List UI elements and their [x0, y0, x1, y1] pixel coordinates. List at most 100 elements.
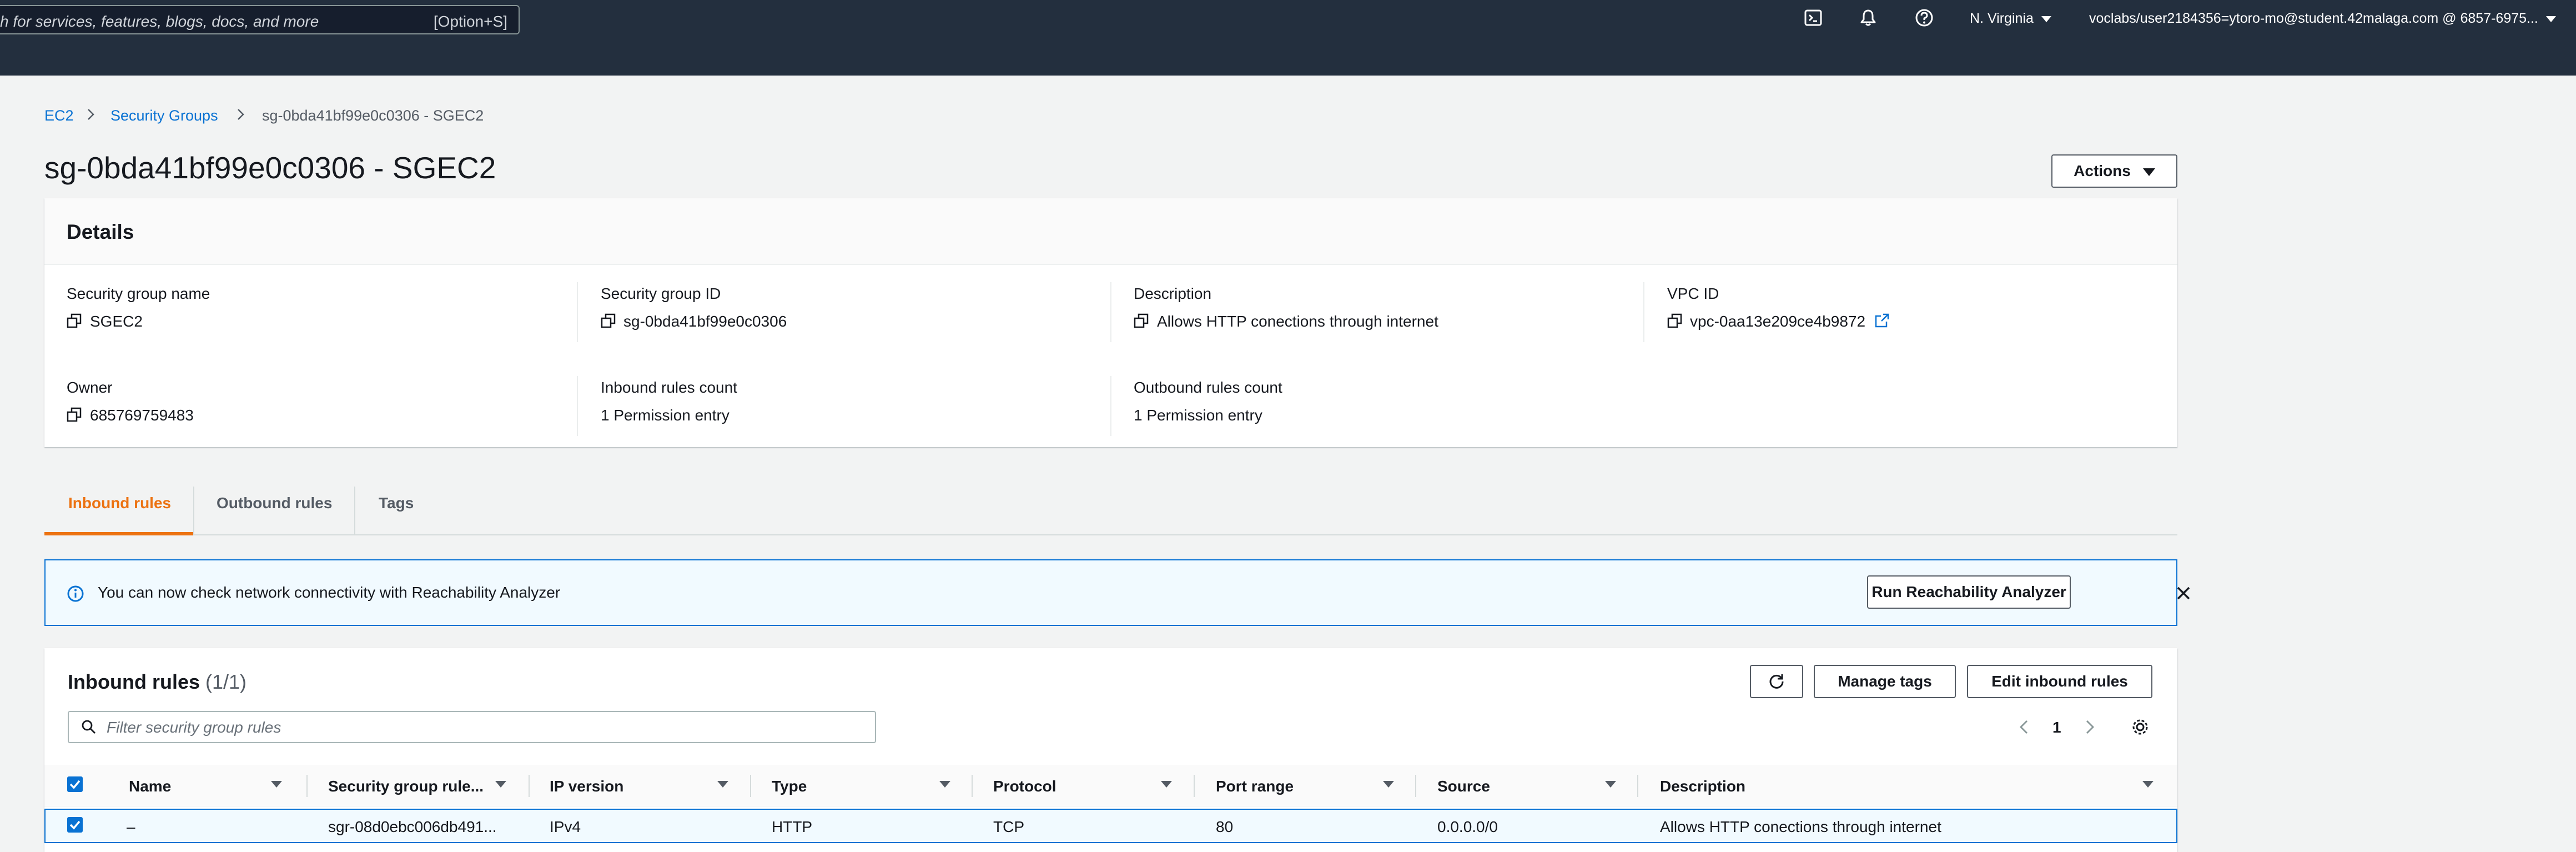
gear-icon[interactable] — [2131, 718, 2150, 736]
actions-button[interactable]: Actions — [2051, 154, 2177, 188]
cell-name: – — [127, 818, 135, 835]
page-title: sg-0bda41bf99e0c0306 - SGEC2 — [44, 151, 496, 185]
select-all-checkbox[interactable] — [67, 776, 83, 792]
manage-tags-button[interactable]: Manage tags — [1814, 665, 1956, 698]
field-value-outbound-count: 1 Permission entry — [1134, 407, 1262, 424]
column-divider — [750, 775, 751, 797]
copy-icon[interactable] — [67, 313, 82, 329]
field-value-owner: 685769759483 — [90, 407, 194, 424]
sort-caret-icon[interactable] — [1383, 781, 1394, 788]
notifications-bell-icon[interactable] — [1858, 8, 1878, 28]
column-header-protocol[interactable]: Protocol — [993, 778, 1056, 795]
copy-icon[interactable] — [1134, 313, 1149, 329]
copy-icon[interactable] — [601, 313, 616, 329]
field-label-sg-name: Security group name — [67, 285, 210, 302]
reachability-banner: You can now check network connectivity w… — [44, 559, 2190, 626]
tab-inbound-rules[interactable]: Inbound rules — [68, 494, 171, 512]
sort-caret-icon[interactable] — [271, 781, 282, 788]
tab-divider — [354, 487, 355, 534]
run-reachability-analyzer-button[interactable]: Run Reachability Analyzer — [1867, 575, 2071, 609]
column-header-rule-id[interactable]: Security group rule... — [328, 778, 484, 795]
top-navigation: h for services, features, blogs, docs, a… — [0, 0, 2576, 76]
sort-caret-icon[interactable] — [495, 781, 506, 788]
chevron-right-icon — [88, 109, 94, 120]
rules-count: (1/1) — [205, 670, 247, 693]
region-selector[interactable]: N. Virginia — [1970, 11, 2051, 27]
chevron-right-icon[interactable] — [2083, 719, 2096, 735]
tab-divider — [193, 487, 194, 534]
breadcrumb-ec2[interactable]: EC2 — [44, 107, 74, 124]
breadcrumb-security-groups[interactable]: Security Groups — [110, 107, 218, 124]
checkmark-icon — [69, 780, 80, 789]
current-page-number[interactable]: 1 — [2052, 719, 2061, 736]
column-divider — [1637, 775, 1638, 797]
column-divider — [1194, 775, 1195, 797]
column-header-type[interactable]: Type — [772, 778, 807, 795]
column-divider — [577, 376, 578, 436]
details-header: Details — [44, 198, 2177, 265]
cell-description: Allows HTTP conections through internet — [1660, 818, 1941, 835]
breadcrumb-current: sg-0bda41bf99e0c0306 - SGEC2 — [262, 107, 484, 124]
column-header-port-range[interactable]: Port range — [1216, 778, 1294, 795]
help-icon[interactable] — [1914, 8, 1934, 28]
details-title: Details — [67, 220, 134, 243]
filter-security-group-rules-input[interactable] — [105, 713, 868, 742]
field-label-sg-id: Security group ID — [601, 285, 721, 302]
column-divider — [1415, 775, 1416, 797]
column-header-name[interactable]: Name — [129, 778, 171, 795]
actions-button-label: Actions — [2074, 162, 2131, 179]
row-checkbox[interactable] — [67, 817, 83, 833]
field-label-description: Description — [1134, 285, 1212, 302]
active-tab-indicator — [44, 532, 193, 535]
cell-protocol: TCP — [993, 818, 1024, 835]
info-icon — [67, 585, 84, 602]
copy-icon[interactable] — [1667, 313, 1683, 329]
chevron-down-icon — [2041, 16, 2051, 22]
field-value-description: Allows HTTP conections through internet — [1157, 313, 1438, 330]
sort-caret-icon[interactable] — [717, 781, 728, 788]
cell-rule-id: sgr-08d0ebc006db491... — [328, 818, 497, 835]
sort-caret-icon[interactable] — [1161, 781, 1172, 788]
inbound-rules-title: Inbound rules (1/1) — [68, 670, 246, 694]
column-header-description[interactable]: Description — [1660, 778, 1745, 795]
cloudshell-icon[interactable] — [1803, 8, 1823, 28]
chevron-left-icon[interactable] — [2017, 719, 2031, 735]
cell-type: HTTP — [772, 818, 813, 835]
copy-icon[interactable] — [67, 407, 82, 423]
cell-ip-version: IPv4 — [550, 818, 581, 835]
vpc-id-link[interactable]: vpc-0aa13e209ce4b9872 — [1690, 313, 1865, 330]
field-label-inbound-count: Inbound rules count — [601, 379, 737, 396]
account-label: voclabs/user2184356=ytoro-mo@student.42m… — [2089, 11, 2538, 26]
filter-box[interactable] — [68, 711, 876, 743]
chevron-down-icon — [2545, 16, 2556, 22]
tab-outbound-rules[interactable]: Outbound rules — [217, 494, 332, 512]
close-icon[interactable] — [2175, 584, 2192, 602]
region-label: N. Virginia — [1970, 11, 2034, 26]
column-header-source[interactable]: Source — [1437, 778, 1490, 795]
search-placeholder: h for services, features, blogs, docs, a… — [0, 13, 319, 30]
field-label-vpc-id: VPC ID — [1667, 285, 1719, 302]
sort-caret-icon[interactable] — [939, 781, 950, 788]
field-label-owner: Owner — [67, 379, 113, 396]
rules-title-text: Inbound rules — [68, 670, 200, 693]
field-value-sg-name: SGEC2 — [90, 313, 143, 330]
cell-source: 0.0.0.0/0 — [1437, 818, 1498, 835]
tab-tags[interactable]: Tags — [379, 494, 414, 512]
column-divider — [1643, 282, 1644, 342]
banner-message: You can now check network connectivity w… — [98, 584, 561, 601]
column-divider — [972, 775, 973, 797]
column-header-ip-version[interactable]: IP version — [550, 778, 623, 795]
column-divider — [529, 775, 530, 797]
service-search-box[interactable]: h for services, features, blogs, docs, a… — [0, 5, 520, 34]
sort-caret-icon[interactable] — [1605, 781, 1616, 788]
refresh-button[interactable] — [1750, 665, 1803, 698]
sort-caret-icon[interactable] — [2142, 781, 2154, 788]
chevron-right-icon — [238, 109, 244, 120]
account-menu[interactable]: voclabs/user2184356=ytoro-mo@student.42m… — [2089, 11, 2556, 27]
field-value-inbound-count: 1 Permission entry — [601, 407, 729, 424]
edit-inbound-rules-button[interactable]: Edit inbound rules — [1967, 665, 2152, 698]
checkmark-icon — [69, 820, 80, 830]
tab-bar-baseline — [44, 534, 2177, 535]
cell-port-range: 80 — [1216, 818, 1234, 835]
external-link-icon[interactable] — [1874, 313, 1890, 328]
